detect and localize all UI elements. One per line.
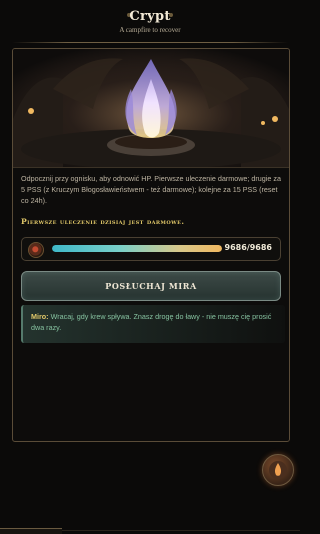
header-divider — [12, 42, 288, 43]
campfire-scene-image — [13, 49, 289, 167]
blood-orb-icon — [28, 242, 44, 258]
scene-divider — [13, 167, 289, 168]
hp-fill — [52, 245, 222, 252]
hp-value: 9686/9686 — [224, 243, 272, 252]
campfire-panel: Odpocznij przy ognisku, aby odnowić HP. … — [12, 48, 290, 442]
header: Crypt A campfire to recover — [0, 0, 300, 44]
miro-dialogue: Miro: Wracaj, gdy krew spływa. Znasz dro… — [21, 305, 285, 343]
campfire-portrait-icon — [269, 461, 287, 479]
miro-dialogue-text: Miro: Wracaj, gdy krew spływa. Znasz dro… — [31, 311, 279, 333]
page-title: Crypt — [129, 9, 171, 24]
hp-track — [52, 245, 222, 252]
bottom-tab[interactable] — [0, 528, 62, 534]
campfire-description: Odpocznij przy ognisku, aby odnowić HP. … — [21, 174, 281, 205]
free-heal-note: Pierwsze uleczenie dzisiaj jest darmowe. — [21, 217, 185, 226]
speaker-name: Miro: — [31, 312, 49, 321]
listen-to-miro-button[interactable]: POSŁUCHAJ MIRA — [21, 271, 281, 301]
page-subtitle: A campfire to recover — [119, 26, 181, 34]
ornament-icon — [169, 13, 173, 17]
speaker-quote: Wracaj, gdy krew spływa. Znasz drogę do … — [31, 312, 272, 332]
hp-bar: 9686/9686 — [21, 237, 281, 261]
campfire-portrait-button[interactable] — [262, 454, 294, 486]
